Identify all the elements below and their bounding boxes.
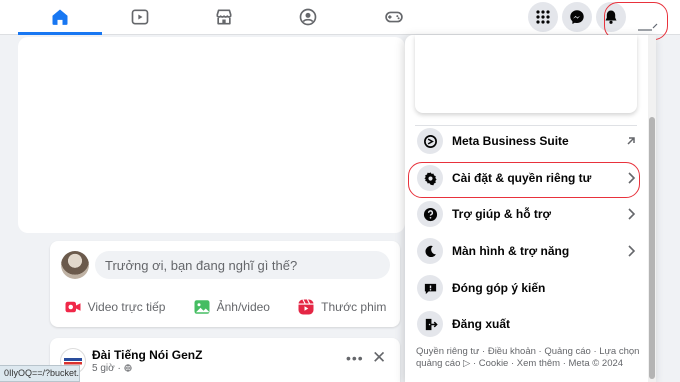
- reels-label: Thước phim: [321, 300, 387, 314]
- tab-video[interactable]: [98, 0, 182, 34]
- post-close-button[interactable]: ✕: [372, 348, 386, 368]
- reels-icon: [298, 299, 314, 315]
- profile-card[interactable]: [415, 35, 637, 113]
- home-icon: [52, 9, 68, 25]
- post-composer: Trưởng ơi, bạn đang nghĩ gì thế? Video t…: [50, 241, 400, 327]
- live-video-label: Video trực tiếp: [87, 300, 166, 314]
- footer-links-line2[interactable]: quảng cáo ▷ · Cookie · Xem thêm · Meta ©…: [416, 358, 623, 369]
- menu-scrollbar[interactable]: [648, 35, 656, 382]
- stories-card: [18, 37, 405, 233]
- chevron-right-icon: [628, 208, 636, 220]
- gear-icon: [417, 165, 443, 191]
- marketplace-icon: [216, 9, 232, 25]
- menu-item-settings-privacy[interactable]: Cài đặt & quyền riêng tư: [415, 161, 643, 195]
- menu-item-display-accessibility[interactable]: Màn hình & trợ năng: [415, 234, 643, 268]
- tab-groups[interactable]: [266, 0, 350, 34]
- scrollbar-thumb[interactable]: [649, 117, 655, 379]
- grid-icon: [536, 10, 550, 24]
- account-avatar-icon: [638, 23, 658, 31]
- account-avatar-button[interactable]: [620, 4, 662, 34]
- menu-item-label: Meta Business Suite: [452, 134, 569, 148]
- groups-icon: [299, 8, 317, 26]
- photo-video-label: Ảnh/video: [216, 300, 270, 314]
- chevron-right-icon: [628, 245, 636, 257]
- question-icon: [417, 201, 443, 227]
- gamepad-icon: [385, 11, 403, 23]
- menu-item-label: Cài đặt & quyền riêng tư: [452, 171, 592, 185]
- menu-item-logout[interactable]: Đăng xuất: [415, 307, 643, 341]
- live-video-icon: [65, 301, 81, 313]
- composer-input[interactable]: Trưởng ơi, bạn đang nghĩ gì thế?: [95, 251, 390, 279]
- external-link-icon: [627, 137, 635, 145]
- moon-icon: [417, 238, 443, 264]
- account-menu: Meta Business Suite Cài đặt & quyền riên…: [405, 35, 655, 382]
- post-time-text: 5 giờ ·: [92, 363, 121, 374]
- photo-video-button[interactable]: Ảnh/video: [193, 298, 270, 316]
- composer-actions: Video trực tiếp Ảnh/video Thước phim: [50, 293, 400, 321]
- post-author-name[interactable]: Đài Tiếng Nói GenZ: [92, 348, 202, 362]
- feedback-icon: [417, 275, 443, 301]
- messenger-icon: [570, 10, 584, 24]
- post-timestamp: 5 giờ ·: [92, 363, 132, 374]
- live-video-button[interactable]: Video trực tiếp: [64, 298, 166, 316]
- menu-item-feedback[interactable]: Đóng góp ý kiến: [415, 271, 643, 305]
- top-navigation-bar: [0, 0, 680, 35]
- browser-status-url: 0IlyOQ==/?bucket...: [0, 365, 80, 382]
- reels-button[interactable]: Thước phim: [297, 298, 386, 316]
- photo-icon: [194, 300, 210, 314]
- menu-item-label: Đóng góp ý kiến: [452, 281, 546, 295]
- bell-icon: [605, 10, 617, 24]
- video-icon: [131, 9, 149, 25]
- menu-item-label: Màn hình & trợ năng: [452, 244, 570, 258]
- tab-home[interactable]: [18, 0, 102, 35]
- tab-gaming[interactable]: [352, 0, 436, 34]
- avatar[interactable]: [61, 251, 89, 279]
- meta-business-icon: [417, 128, 443, 154]
- menu-item-help-support[interactable]: Trợ giúp & hỗ trợ: [415, 197, 643, 231]
- post-more-button[interactable]: •••: [346, 350, 364, 366]
- footer-links-line1[interactable]: Quyền riêng tư · Điều khoản · Quảng cáo …: [416, 346, 639, 357]
- messenger-button[interactable]: [562, 2, 592, 32]
- tab-marketplace[interactable]: [182, 0, 266, 34]
- menu-item-label: Đăng xuất: [452, 317, 511, 331]
- logout-icon: [417, 311, 443, 337]
- globe-icon: [123, 364, 132, 372]
- chevron-right-icon: [628, 172, 636, 184]
- menu-footer-links: Quyền riêng tư · Điều khoản · Quảng cáo …: [416, 346, 641, 370]
- menu-grid-button[interactable]: [528, 2, 558, 32]
- menu-item-meta-business-suite[interactable]: Meta Business Suite: [415, 124, 643, 158]
- post-card: Đài Tiếng Nói GenZ 5 giờ · ••• ✕: [50, 338, 400, 382]
- menu-item-label: Trợ giúp & hỗ trợ: [452, 207, 552, 221]
